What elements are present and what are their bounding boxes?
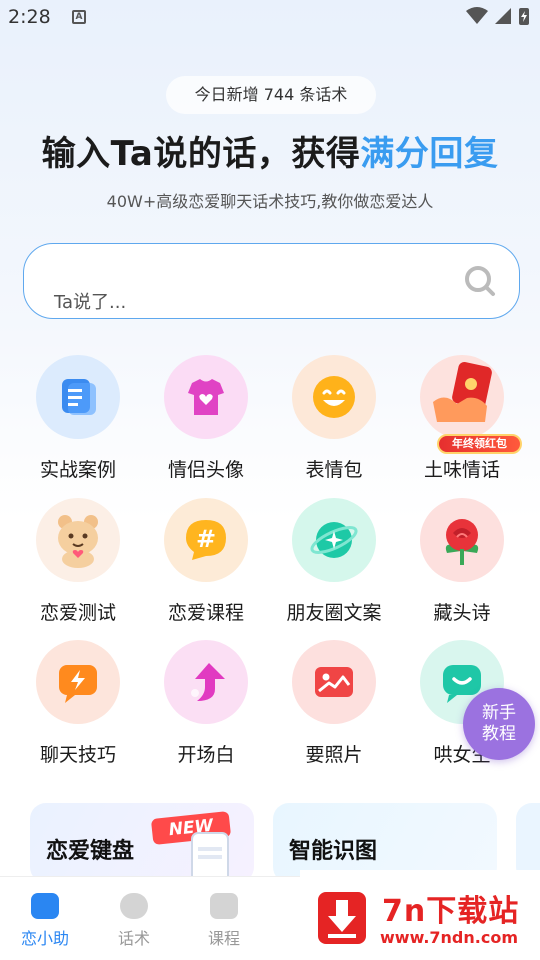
battery-icon [519, 8, 529, 25]
feature-item-chat-skills[interactable]: 聊天技巧 [14, 640, 142, 770]
document-stack-icon [36, 355, 120, 439]
feature-label: 藏头诗 [433, 602, 491, 624]
beginner-tutorial-button[interactable]: 新手 教程 [463, 688, 535, 760]
smiley-face-icon [292, 355, 376, 439]
feature-label: 恋爱课程 [167, 602, 244, 624]
feature-item-avatars[interactable]: 情侣头像 [142, 355, 270, 485]
tab-label: 话术 [117, 929, 150, 948]
home-icon [31, 893, 59, 919]
feature-item-cases[interactable]: 实战案例 [14, 355, 142, 485]
watermark-url: www.7ndn.com [380, 928, 518, 947]
feature-label: 开场白 [177, 744, 235, 766]
wifi-icon [466, 7, 488, 24]
notification-icon: A [72, 10, 86, 24]
feature-label: 恋爱测试 [39, 602, 116, 624]
lightning-bubble-icon [36, 640, 120, 724]
tutorial-line1: 新手 [482, 703, 516, 723]
tab-courses[interactable]: 课程 [184, 893, 264, 949]
planet-sparkle-icon [292, 498, 376, 582]
feature-label: 情侣头像 [167, 459, 244, 481]
headline: 输入Ta说的话，获得满分回复 [0, 126, 540, 175]
feature-label: 表情包 [305, 459, 363, 481]
watermark-title: 7n下载站 [382, 894, 520, 929]
feature-label: 聊天技巧 [39, 744, 116, 766]
course-icon [210, 893, 238, 919]
hashtag-bubble-icon: # [164, 498, 248, 582]
feature-item-stickers[interactable]: 表情包 [270, 355, 398, 485]
red-envelope-icon [420, 355, 504, 439]
feature-label: 实战案例 [39, 459, 116, 481]
tab-label: 课程 [207, 929, 240, 948]
headline-accent: 满分回复 [360, 134, 499, 174]
headline-main: 输入Ta说的话，获得 [41, 134, 361, 174]
chat-icon [120, 893, 148, 919]
tab-assistant[interactable]: 恋小助 [5, 893, 85, 949]
feature-item-love-course[interactable]: # 恋爱课程 [142, 498, 270, 628]
feature-item-love-test[interactable]: 恋爱测试 [14, 498, 142, 628]
tutorial-line2: 教程 [482, 724, 516, 744]
subheadline: 40W+高级恋爱聊天话术技巧,教你做恋爱达人 [106, 192, 434, 211]
feature-item-ask-photos[interactable]: 要照片 [270, 640, 398, 770]
watermark: 7n下载站 www.7ndn.com [300, 870, 540, 960]
arrow-up-icon [164, 640, 248, 724]
status-icons [466, 6, 530, 26]
tshirt-heart-icon [164, 355, 248, 439]
feature-label: 要照片 [305, 744, 363, 766]
status-bar: 2:28 A [0, 0, 540, 36]
card-love-keyboard[interactable]: 恋爱键盘 NEW [30, 803, 254, 883]
search-icon[interactable] [463, 264, 497, 298]
promo-tag[interactable]: 年终领红包 [437, 434, 522, 454]
daily-counter-pill: 今日新增 744 条话术 [166, 76, 376, 114]
signal-icon [495, 8, 511, 24]
feature-label: 朋友圈文案 [286, 602, 382, 624]
feature-item-cheesy-lines[interactable]: 土味情话 [398, 355, 526, 485]
tab-scripts[interactable]: 话术 [94, 893, 174, 949]
feature-item-acrostic-poem[interactable]: 藏头诗 [398, 498, 526, 628]
feature-label: 土味情话 [423, 459, 500, 481]
search-placeholder: Ta说了... [54, 292, 127, 313]
feature-item-moments-copy[interactable]: 朋友圈文案 [270, 498, 398, 628]
feature-item-opening-lines[interactable]: 开场白 [142, 640, 270, 770]
tab-label: 恋小助 [20, 929, 69, 948]
photo-icon [292, 640, 376, 724]
search-input[interactable]: Ta说了... [23, 243, 520, 319]
card-title: 智能识图 [289, 839, 378, 864]
card-title: 恋爱键盘 [46, 839, 135, 864]
download-arrow-icon [318, 892, 366, 944]
bear-mascot-icon [36, 498, 120, 582]
rose-icon [420, 498, 504, 582]
status-time: 2:28 [8, 6, 51, 28]
svg-text:#: # [196, 525, 216, 553]
